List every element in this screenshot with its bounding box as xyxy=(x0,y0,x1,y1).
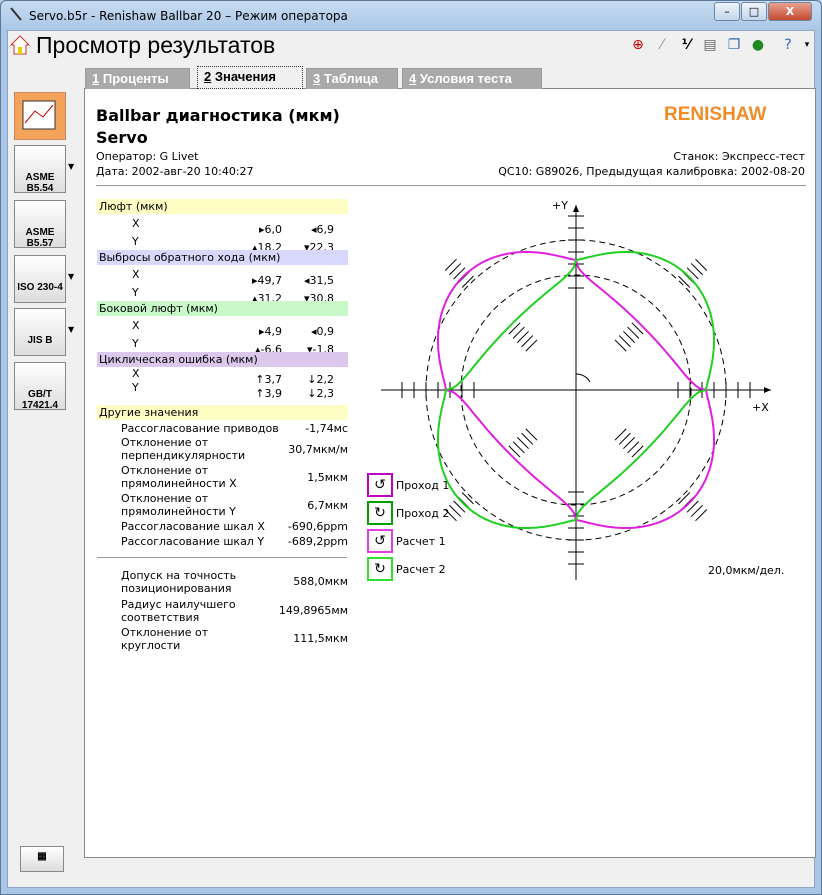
close-button[interactable]: X xyxy=(768,2,812,21)
section-header: Циклическая ошибка (мкм) xyxy=(97,352,348,367)
legend-label: Расчет 2 xyxy=(396,563,446,576)
sidebar-item-gbt-17421[interactable]: GB/T 17421.4 xyxy=(14,362,66,411)
legend-label: Проход 1 xyxy=(396,479,450,492)
print-icon[interactable]: ▤ xyxy=(700,34,720,56)
scale-label: 20,0мкм/дел. xyxy=(708,564,785,577)
other-value: -690,6ppm xyxy=(287,520,348,533)
machine: Станок: Экспресс-тест xyxy=(673,150,805,163)
ballbar-plot xyxy=(381,205,771,580)
tab-label: Значения xyxy=(211,69,276,84)
keyboard-button[interactable]: ▦ xyxy=(20,846,64,872)
y-arrow xyxy=(573,205,579,212)
section-header: Другие значения xyxy=(97,405,348,420)
other-label: Отклонение от прямолинейности X xyxy=(121,464,237,490)
section-header: Люфт (мкм) xyxy=(97,199,348,214)
other-label: Рассогласование шкал X xyxy=(121,520,265,533)
axis-label: X xyxy=(132,367,140,380)
value-positive: ▸6,0 xyxy=(258,223,282,236)
units-icon[interactable]: ⅟ xyxy=(676,34,696,56)
summary-label: Радиус наилучшего соответствия xyxy=(121,598,236,624)
tab-percent[interactable]: 1 Проценты xyxy=(85,68,190,89)
tab-table[interactable]: 3 Таблица xyxy=(306,68,398,89)
window-title: Servo.b5r - Renishaw Ballbar 20 – Режим … xyxy=(29,9,348,23)
other-value: 6,7мкм xyxy=(307,499,348,512)
legend-run-icon[interactable]: ↻ xyxy=(367,557,393,581)
value-positive: ▸4,9 xyxy=(258,325,282,338)
axis-label: Y xyxy=(132,286,139,299)
axis-label: X xyxy=(132,319,140,332)
sidebar-item-report[interactable] xyxy=(14,92,66,140)
value-negative: ◂31,5 xyxy=(303,274,334,287)
operator: Оператор: G Livet xyxy=(96,150,199,163)
other-value: -1,74мс xyxy=(305,422,348,435)
chevron-down-icon[interactable]: ▼ xyxy=(68,272,74,281)
value-positive: ↑3,7 xyxy=(255,373,282,386)
other-label: Отклонение от перпендикулярности xyxy=(121,436,246,462)
legend-label: Проход 2 xyxy=(396,507,450,520)
value-positive: ▸49,7 xyxy=(251,274,282,287)
value-positive: ↑3,9 xyxy=(255,387,282,400)
legend-run-icon[interactable]: ↻ xyxy=(367,501,393,525)
legend-label: Расчет 1 xyxy=(396,535,446,548)
other-value: 30,7мкм/м xyxy=(288,443,348,456)
x-axis-label: +X xyxy=(752,401,769,414)
renishaw-logo: RENISHAW xyxy=(664,104,767,125)
y-axis-label: +Y xyxy=(552,199,568,212)
chevron-down-icon[interactable]: ▼ xyxy=(68,325,74,334)
legend-run-icon[interactable]: ↺ xyxy=(367,473,393,497)
divider xyxy=(97,557,347,558)
direction-arc xyxy=(575,373,591,383)
other-label: Рассогласование шкал Y xyxy=(121,535,265,548)
target-icon[interactable]: ⊕ xyxy=(628,34,648,56)
tab-values[interactable]: 2 Значения xyxy=(197,66,303,89)
report-title: Ballbar диагностика (мкм) xyxy=(96,106,340,125)
axis-label: Y xyxy=(132,235,139,248)
report-icon xyxy=(22,100,56,130)
summary-label: Допуск на точность позиционирования xyxy=(121,569,237,595)
x-arrow xyxy=(764,387,771,393)
value-negative: ↓2,3 xyxy=(307,387,334,400)
axis-label: X xyxy=(132,217,140,230)
help-dropdown-icon[interactable]: ▾ xyxy=(797,34,817,56)
summary-value: 149,8965мм xyxy=(278,604,348,617)
qc10-info: QC10: G89026, Предыдущая калибровка: 200… xyxy=(498,165,805,178)
other-label: Рассогласование приводов xyxy=(121,422,279,435)
wrench-icon[interactable]: ⁄ xyxy=(652,34,672,56)
section-header: Выбросы обратного хода (мкм) xyxy=(97,250,348,265)
tab-label: Проценты xyxy=(99,71,169,86)
summary-label: Отклонение от круглости xyxy=(121,626,209,652)
axis-label: Y xyxy=(132,337,139,350)
divider xyxy=(96,185,806,186)
value-negative: ◂6,9 xyxy=(310,223,334,236)
copy-icon[interactable]: ❐ xyxy=(724,34,744,56)
sidebar-item-jis-b[interactable]: JIS B xyxy=(14,308,66,356)
tab-label: Условия теста xyxy=(416,71,512,86)
help-icon[interactable]: ? xyxy=(778,34,798,56)
other-value: -689,2ppm xyxy=(287,535,348,548)
summary-value: 111,5мкм xyxy=(293,632,348,645)
other-value: 1,5мкм xyxy=(307,471,348,484)
axis-label: X xyxy=(132,268,140,281)
globe-icon[interactable]: ● xyxy=(748,34,768,56)
tab-label: Таблица xyxy=(320,71,379,86)
sidebar-item-asme-b554[interactable]: ASME B5.54 xyxy=(14,145,66,194)
home-icon[interactable] xyxy=(9,34,31,56)
tab-test-conditions[interactable]: 4 Условия теста xyxy=(402,68,542,89)
report-subtitle: Servo xyxy=(96,128,148,147)
axis-label: Y xyxy=(132,381,139,394)
sidebar-item-iso-230-4[interactable]: ISO 230-4 xyxy=(14,255,66,303)
other-label: Отклонение от прямолинейности Y xyxy=(121,492,236,518)
legend-run-icon[interactable]: ↺ xyxy=(367,529,393,553)
summary-value: 588,0мкм xyxy=(293,575,348,588)
section-header: Боковой люфт (мкм) xyxy=(97,301,348,316)
minimize-button[interactable]: – xyxy=(714,2,740,21)
value-negative: ◂0,9 xyxy=(310,325,334,338)
sidebar-item-asme-b557[interactable]: ASME B5.57 xyxy=(14,200,66,249)
ballbar-app-icon xyxy=(10,7,22,21)
date: Дата: 2002-авг-20 10:40:27 xyxy=(96,165,254,178)
value-negative: ↓2,2 xyxy=(307,373,334,386)
maximize-button[interactable]: □ xyxy=(741,2,767,21)
chevron-down-icon[interactable]: ▼ xyxy=(68,162,74,171)
page-title: Просмотр результатов xyxy=(36,32,276,58)
